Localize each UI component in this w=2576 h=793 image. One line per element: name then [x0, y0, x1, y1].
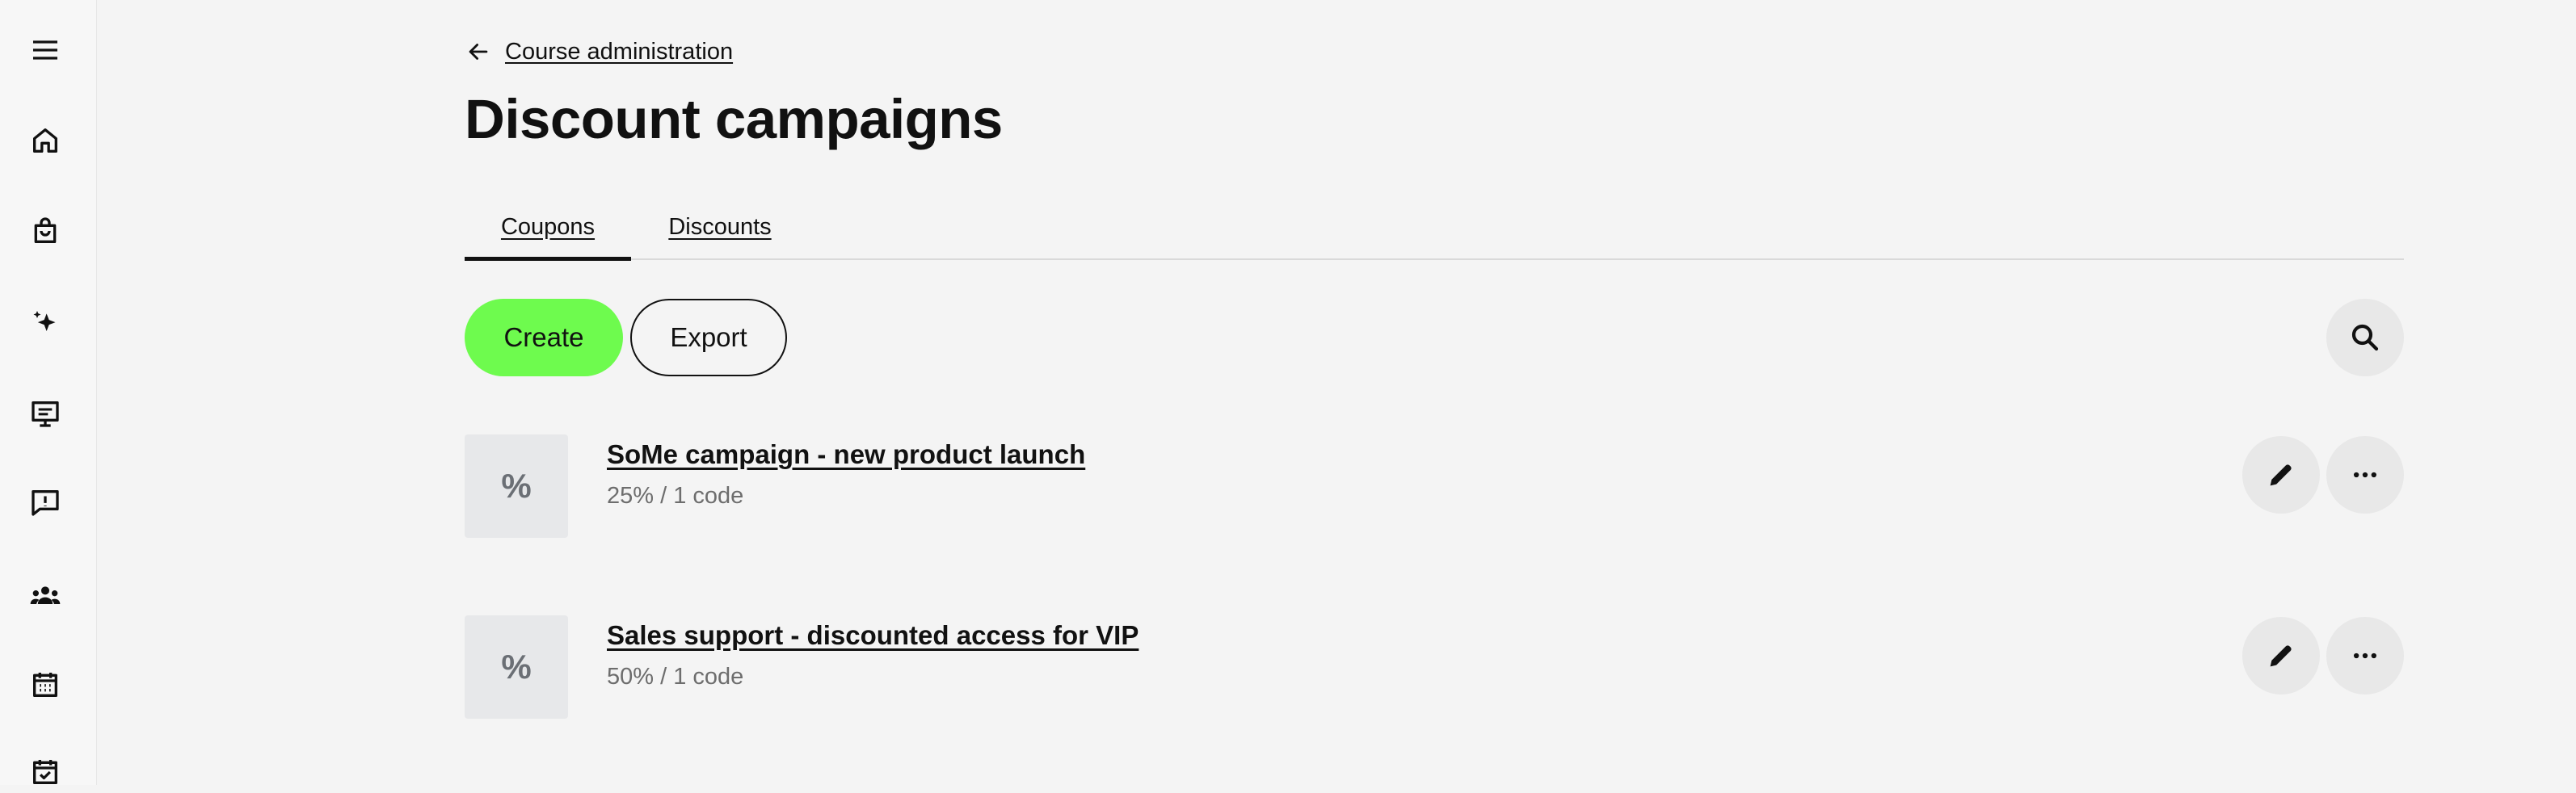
pencil-icon: [2270, 645, 2292, 667]
create-button[interactable]: Create: [465, 299, 623, 376]
users-icon[interactable]: [24, 575, 66, 617]
pencil-icon: [2270, 464, 2292, 486]
tab-discounts[interactable]: Discounts: [663, 194, 777, 260]
breadcrumb-link-course-administration[interactable]: Course administration: [505, 39, 733, 65]
breadcrumb: Course administration: [465, 36, 733, 68]
search-button[interactable]: [2326, 299, 2404, 376]
more-horizontal-icon: [2354, 472, 2376, 478]
page-title: Discount campaigns: [465, 88, 1003, 150]
sidebar: [0, 0, 97, 785]
percent-icon: %: [465, 434, 568, 538]
shopping-bag-icon[interactable]: [24, 210, 66, 252]
more-horizontal-icon: [2354, 652, 2376, 659]
home-icon[interactable]: [24, 120, 66, 162]
calendar-check-icon[interactable]: [24, 751, 66, 793]
more-options-button[interactable]: [2326, 617, 2404, 694]
course-screen-icon[interactable]: [24, 392, 66, 434]
campaign-summary: 25% / 1 code: [607, 483, 744, 509]
active-tab-indicator: [465, 257, 631, 261]
percent-icon: %: [465, 615, 568, 719]
tab-coupons[interactable]: Coupons: [465, 194, 631, 260]
main-content: Course administration Discount campaigns…: [465, 0, 2404, 785]
arrow-left-icon[interactable]: [465, 38, 492, 65]
menu-icon[interactable]: [24, 29, 66, 71]
sparkle-icon[interactable]: [24, 302, 66, 344]
more-options-button[interactable]: [2326, 436, 2404, 514]
campaign-row: % Sales support - discounted access for …: [465, 615, 2404, 720]
campaign-title[interactable]: Sales support - discounted access for VI…: [607, 620, 1139, 651]
campaign-summary: 50% / 1 code: [607, 664, 744, 690]
search-icon: [2351, 324, 2379, 351]
tab-bar: Coupons Discounts: [465, 194, 2404, 261]
edit-button[interactable]: [2242, 436, 2320, 514]
edit-button[interactable]: [2242, 617, 2320, 694]
campaign-title[interactable]: SoMe campaign - new product launch: [607, 439, 1085, 470]
campaign-row: % SoMe campaign - new product launch 25%…: [465, 434, 2404, 539]
feedback-icon[interactable]: [24, 481, 66, 523]
export-button[interactable]: Export: [630, 299, 787, 376]
calendar-icon[interactable]: [24, 664, 66, 706]
